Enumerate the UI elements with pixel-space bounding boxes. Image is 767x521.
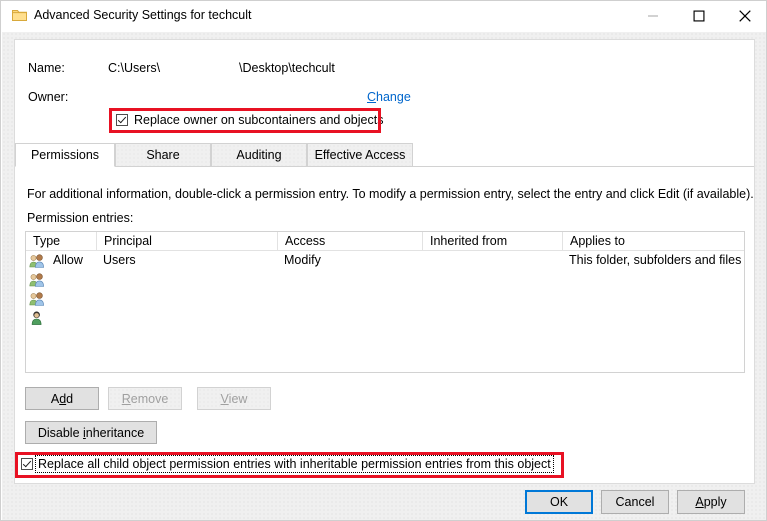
column-header-inherited-from[interactable]: Inherited from xyxy=(422,232,562,250)
tab-strip: Permissions Share Auditing Effective Acc… xyxy=(15,143,754,167)
close-button[interactable] xyxy=(722,1,766,31)
change-link-accelerator: C xyxy=(367,90,377,104)
table-row[interactable] xyxy=(26,270,744,289)
column-header-principal[interactable]: Principal xyxy=(96,232,277,250)
cell-inherited-from xyxy=(422,251,562,270)
tab-underline xyxy=(15,166,754,167)
column-header-applies-to[interactable]: Applies to xyxy=(562,232,744,250)
cell-principal: Users xyxy=(103,253,136,267)
advanced-security-settings-window: Advanced Security Settings for techcult … xyxy=(0,0,767,521)
cell-type: Allow xyxy=(53,253,83,267)
cell-type xyxy=(46,270,96,289)
apply-button-post: pply xyxy=(703,495,727,509)
list-header-row: Type Principal Access Inherited from App… xyxy=(26,232,744,251)
cell-access xyxy=(277,289,422,308)
cell-type xyxy=(46,308,96,327)
tab-share[interactable]: Share xyxy=(115,143,211,167)
checkbox-box xyxy=(21,458,33,470)
name-label: Name: xyxy=(28,61,65,75)
permission-entries-list[interactable]: Type Principal Access Inherited from App… xyxy=(25,231,745,373)
cell-applies-to: This folder, subfolders and files xyxy=(569,253,742,267)
cell-principal xyxy=(96,270,277,289)
column-header-access[interactable]: Access xyxy=(277,232,422,250)
tab-auditing[interactable]: Auditing xyxy=(211,143,307,167)
cancel-button[interactable]: Cancel xyxy=(601,490,669,514)
single-user-icon xyxy=(29,310,45,326)
window-title: Advanced Security Settings for techcult xyxy=(34,8,252,22)
minimize-button[interactable] xyxy=(630,1,676,31)
apply-button[interactable]: Apply xyxy=(677,490,745,514)
table-row[interactable] xyxy=(26,308,744,327)
checkbox-box xyxy=(116,114,128,126)
folder-icon xyxy=(12,9,27,22)
replace-owner-label: Replace owner on subcontainers and objec… xyxy=(134,113,384,127)
view-button-post: iew xyxy=(228,391,248,406)
name-value-prefix: C:\Users\ xyxy=(108,61,161,75)
owner-label: Owner: xyxy=(28,90,69,104)
remove-button-post: emove xyxy=(130,391,169,406)
tab-effective-access[interactable]: Effective Access xyxy=(307,143,413,167)
cell-access xyxy=(277,308,422,327)
view-button-accelerator: V xyxy=(220,391,229,406)
add-button-pre: A xyxy=(50,391,60,406)
users-group-icon xyxy=(29,272,45,288)
replace-child-permissions-checkbox[interactable]: Replace all child object permission entr… xyxy=(21,455,554,473)
apply-button-accelerator: A xyxy=(695,495,704,509)
maximize-button[interactable] xyxy=(676,1,722,31)
table-row[interactable] xyxy=(26,289,744,308)
add-button-post: d xyxy=(66,391,74,406)
disable-inheritance-pre: Disable xyxy=(37,425,83,440)
cell-applies-to xyxy=(562,308,744,327)
instruction-text: For additional information, double-click… xyxy=(27,187,754,201)
table-row[interactable]: Allow Users Modify This folder, subfolde… xyxy=(26,251,744,270)
cell-inherited-from xyxy=(422,289,562,308)
add-button[interactable]: Add xyxy=(25,387,99,410)
cell-applies-to xyxy=(562,289,744,308)
replace-child-permissions-label: Replace all child object permission entr… xyxy=(35,455,554,473)
name-value-suffix: \Desktop\techcult xyxy=(239,61,335,75)
cell-applies-to xyxy=(562,270,744,289)
change-owner-link[interactable]: Change xyxy=(367,90,411,104)
users-group-icon xyxy=(29,291,45,307)
cell-principal xyxy=(96,308,277,327)
cell-inherited-from xyxy=(422,308,562,327)
remove-button-accelerator: R xyxy=(121,391,131,406)
column-header-type[interactable]: Type xyxy=(26,232,96,250)
cell-type xyxy=(46,289,96,308)
ok-button[interactable]: OK xyxy=(525,490,593,514)
disable-inheritance-post: nheritance xyxy=(85,425,145,440)
tab-permissions[interactable]: Permissions xyxy=(15,143,115,167)
cell-access xyxy=(277,270,422,289)
replace-owner-checkbox[interactable]: Replace owner on subcontainers and objec… xyxy=(116,113,383,127)
cell-principal xyxy=(96,289,277,308)
disable-inheritance-button[interactable]: Disable inheritance xyxy=(25,421,157,444)
cell-inherited-from xyxy=(422,270,562,289)
permission-entries-label: Permission entries: xyxy=(27,211,134,225)
list-body: Allow Users Modify This folder, subfolde… xyxy=(26,251,744,372)
title-bar: Advanced Security Settings for techcult xyxy=(1,1,766,32)
remove-button[interactable]: Remove xyxy=(108,387,182,410)
users-group-icon xyxy=(29,253,45,269)
view-button[interactable]: View xyxy=(197,387,271,410)
change-link-rest: hange xyxy=(376,90,411,104)
cell-access: Modify xyxy=(284,253,321,267)
